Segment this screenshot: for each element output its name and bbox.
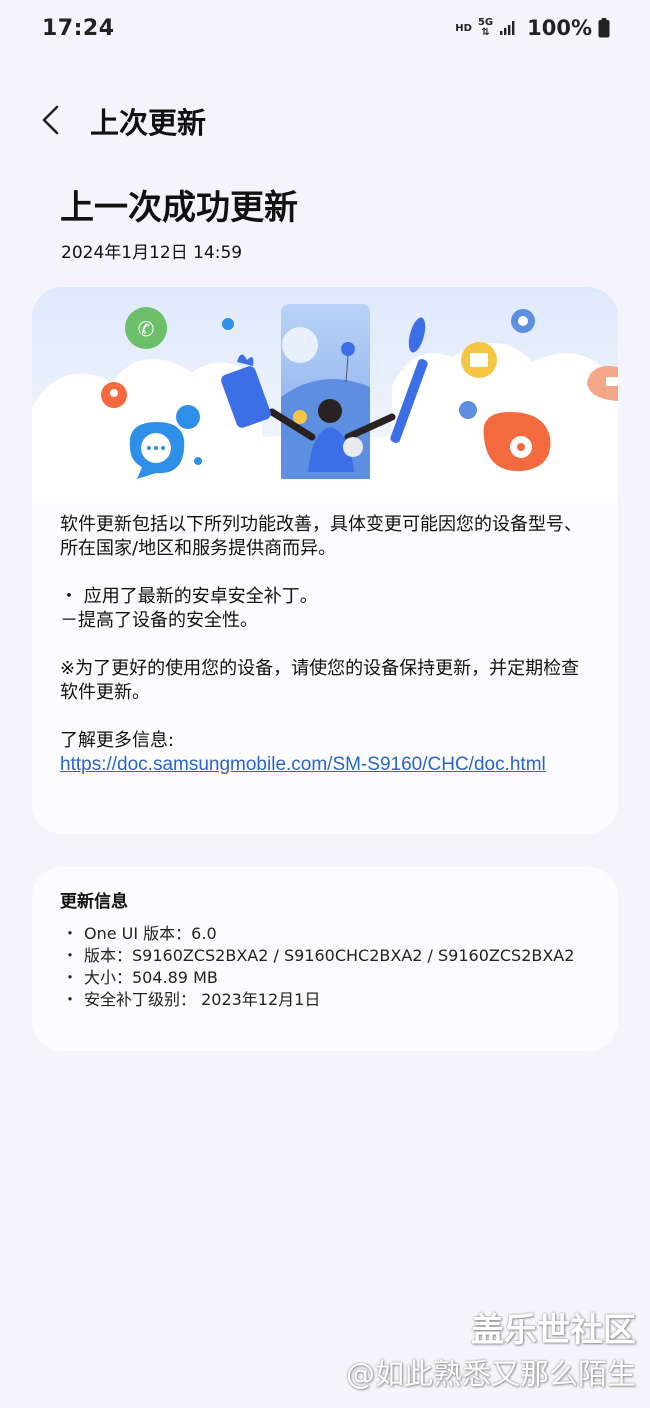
update-size: 大小：504.89 MB bbox=[84, 968, 218, 987]
bullet: ・ bbox=[62, 968, 79, 987]
list-item: ・ 安全补丁级别： 2023年12月1日 bbox=[62, 989, 592, 1011]
more-info-link[interactable]: https://doc.samsungmobile.com/SM-S9160/C… bbox=[60, 754, 546, 775]
update-note: ※为了更好的使用您的设备，请使您的设备保持更新，并定期检查软件更新。 bbox=[60, 658, 580, 703]
bullet: ・ bbox=[62, 924, 79, 943]
update-info-card: 更新信息 ・ One UI 版本：6.0 ・ 版本：S9160ZCS2BXA2 … bbox=[32, 867, 618, 1051]
update-intro: 软件更新包括以下所列功能改善，具体变更可能因您的设备型号、所在国家/地区和服务提… bbox=[60, 514, 582, 559]
update-info-list: ・ One UI 版本：6.0 ・ 版本：S9160ZCS2BXA2 / S91… bbox=[62, 923, 592, 1011]
chevron-left-icon bbox=[42, 105, 59, 135]
page-title: 上一次成功更新 bbox=[60, 188, 298, 228]
one-ui-version: One UI 版本：6.0 bbox=[84, 924, 217, 943]
update-description: 软件更新包括以下所列功能改善，具体变更可能因您的设备型号、所在国家/地区和服务提… bbox=[60, 513, 590, 777]
bullet: ・ bbox=[62, 946, 79, 965]
battery-percentage: 100% bbox=[527, 16, 592, 40]
list-item: ・ 版本：S9160ZCS2BXA2 / S9160CHC2BXA2 / S91… bbox=[62, 945, 592, 967]
more-info-label: 了解更多信息: bbox=[60, 730, 175, 751]
header-title: 上次更新 bbox=[90, 106, 207, 140]
watermark-author: @如此熟悉又那么陌生 bbox=[345, 1357, 636, 1391]
status-icons: HD 5G ⇅ 100% bbox=[455, 16, 610, 40]
update-details-card: ✆ 软件更新包括以下所列功能改善，具体变更可能因您的设备型号、所在国家/地区和服… bbox=[32, 287, 618, 834]
battery-icon bbox=[598, 18, 610, 38]
update-info-heading: 更新信息 bbox=[60, 892, 128, 912]
hd-indicator: HD bbox=[455, 22, 472, 34]
app-header: 上次更新 bbox=[0, 88, 650, 152]
list-item: ・ One UI 版本：6.0 bbox=[62, 923, 592, 945]
list-item: ・ 大小：504.89 MB bbox=[62, 967, 592, 989]
status-time: 17:24 bbox=[42, 15, 115, 41]
software-update-illustration: ✆ bbox=[32, 287, 618, 497]
signal-icon bbox=[500, 21, 515, 35]
update-item-security-improve: －提高了设备的安全性。 bbox=[60, 610, 258, 631]
watermark-community: 盖乐世社区 bbox=[471, 1310, 636, 1349]
network-indicator: 5G ⇅ bbox=[478, 18, 493, 38]
bullet: ・ bbox=[62, 990, 79, 1009]
status-bar: 17:24 HD 5G ⇅ 100% bbox=[0, 0, 650, 56]
update-date: 2024年1月12日 14:59 bbox=[61, 243, 243, 263]
back-button[interactable] bbox=[30, 100, 70, 140]
data-arrows-icon: ⇅ bbox=[481, 27, 490, 38]
update-item-security-patch: ・ 应用了最新的安卓安全补丁。 bbox=[60, 586, 318, 607]
svg-text:✆: ✆ bbox=[138, 317, 155, 341]
build-version: 版本：S9160ZCS2BXA2 / S9160CHC2BXA2 / S9160… bbox=[84, 946, 575, 965]
security-patch-level: 安全补丁级别： 2023年12月1日 bbox=[84, 990, 321, 1009]
